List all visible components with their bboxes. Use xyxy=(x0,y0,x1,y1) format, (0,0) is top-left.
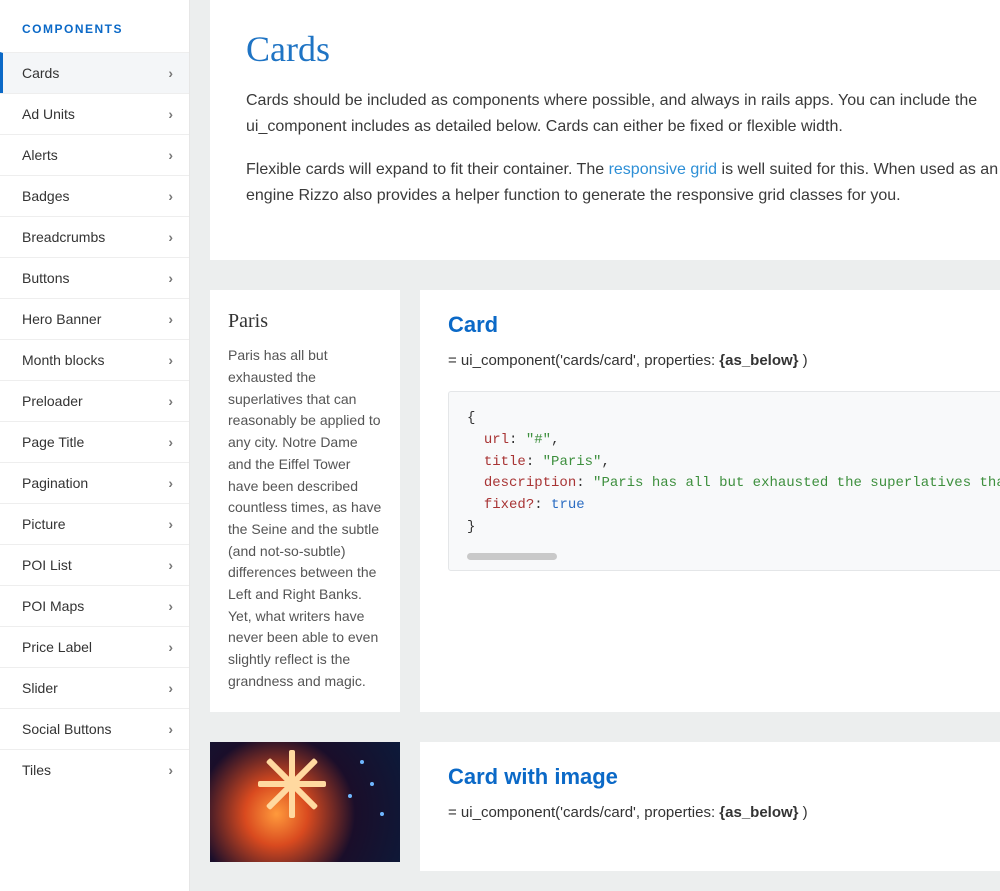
sidebar-item-label: Price Label xyxy=(22,639,92,655)
chevron-right-icon: › xyxy=(168,188,173,204)
example-card-image xyxy=(210,742,400,862)
sidebar-item-label: Slider xyxy=(22,680,58,696)
sidebar-item-hero-banner[interactable]: Hero Banner › xyxy=(0,298,189,339)
example-card-paris: Paris Paris has all but exhausted the su… xyxy=(210,290,400,712)
intro-paragraph-1: Cards should be included as components w… xyxy=(246,88,1000,139)
sidebar: COMPONENTS Cards › Ad Units › Alerts › B… xyxy=(0,0,190,891)
sidebar-item-badges[interactable]: Badges › xyxy=(0,175,189,216)
sidebar-item-label: Breadcrumbs xyxy=(22,229,105,245)
chevron-right-icon: › xyxy=(168,393,173,409)
usage-line-card: = ui_component('cards/card', properties:… xyxy=(448,352,1000,369)
sidebar-item-price-label[interactable]: Price Label › xyxy=(0,626,189,667)
sidebar-item-cards[interactable]: Cards › xyxy=(0,52,189,93)
chevron-right-icon: › xyxy=(168,639,173,655)
sidebar-item-label: Hero Banner xyxy=(22,311,101,327)
sidebar-item-label: Alerts xyxy=(22,147,58,163)
chevron-right-icon: › xyxy=(168,311,173,327)
sidebar-item-label: Ad Units xyxy=(22,106,75,122)
sidebar-title: COMPONENTS xyxy=(0,0,189,52)
chevron-right-icon: › xyxy=(168,516,173,532)
sidebar-item-buttons[interactable]: Buttons › xyxy=(0,257,189,298)
sidebar-item-label: Buttons xyxy=(22,270,69,286)
sidebar-item-preloader[interactable]: Preloader › xyxy=(0,380,189,421)
sidebar-item-social-buttons[interactable]: Social Buttons › xyxy=(0,708,189,749)
section-heading-card-image: Card with image xyxy=(448,764,1000,790)
windmill-icon xyxy=(252,746,332,826)
sidebar-item-breadcrumbs[interactable]: Breadcrumbs › xyxy=(0,216,189,257)
chevron-right-icon: › xyxy=(168,352,173,368)
chevron-right-icon: › xyxy=(168,65,173,81)
chevron-right-icon: › xyxy=(168,680,173,696)
chevron-right-icon: › xyxy=(168,270,173,286)
chevron-right-icon: › xyxy=(168,147,173,163)
intro-paragraph-2: Flexible cards will expand to fit their … xyxy=(246,157,1000,208)
sidebar-item-page-title[interactable]: Page Title › xyxy=(0,421,189,462)
sidebar-item-label: Pagination xyxy=(22,475,88,491)
page-title: Cards xyxy=(246,28,1000,70)
intro-panel: Cards Cards should be included as compon… xyxy=(210,0,1000,260)
sidebar-item-label: Badges xyxy=(22,188,69,204)
example-card-description: Paris has all but exhausted the superlat… xyxy=(228,345,382,692)
example-row-card-image: Card with image = ui_component('cards/ca… xyxy=(210,742,1000,871)
chevron-right-icon: › xyxy=(168,106,173,122)
sidebar-item-label: POI Maps xyxy=(22,598,84,614)
code-panel-card: Card = ui_component('cards/card', proper… xyxy=(420,290,1000,712)
chevron-right-icon: › xyxy=(168,721,173,737)
sidebar-item-month-blocks[interactable]: Month blocks › xyxy=(0,339,189,380)
sidebar-item-label: POI List xyxy=(22,557,72,573)
sidebar-item-ad-units[interactable]: Ad Units › xyxy=(0,93,189,134)
sidebar-item-label: Preloader xyxy=(22,393,83,409)
example-card-title: Paris xyxy=(228,310,382,333)
sidebar-item-label: Cards xyxy=(22,65,59,81)
horizontal-scrollbar[interactable] xyxy=(467,553,557,560)
sidebar-item-tiles[interactable]: Tiles › xyxy=(0,749,189,790)
code-block-card[interactable]: { url: "#", title: "Paris", description:… xyxy=(448,391,1000,570)
sidebar-item-label: Picture xyxy=(22,516,66,532)
main-content: Cards Cards should be included as compon… xyxy=(190,0,1000,891)
example-row-card: Paris Paris has all but exhausted the su… xyxy=(210,290,1000,712)
sidebar-item-slider[interactable]: Slider › xyxy=(0,667,189,708)
usage-line-card-image: = ui_component('cards/card', properties:… xyxy=(448,804,1000,821)
sidebar-item-label: Tiles xyxy=(22,762,51,778)
chevron-right-icon: › xyxy=(168,475,173,491)
chevron-right-icon: › xyxy=(168,557,173,573)
code-panel-card-image: Card with image = ui_component('cards/ca… xyxy=(420,742,1000,871)
sidebar-item-label: Page Title xyxy=(22,434,84,450)
sidebar-item-label: Month blocks xyxy=(22,352,104,368)
sidebar-item-poi-maps[interactable]: POI Maps › xyxy=(0,585,189,626)
sidebar-item-label: Social Buttons xyxy=(22,721,112,737)
chevron-right-icon: › xyxy=(168,434,173,450)
responsive-grid-link[interactable]: responsive grid xyxy=(609,161,718,178)
sidebar-item-pagination[interactable]: Pagination › xyxy=(0,462,189,503)
sidebar-item-poi-list[interactable]: POI List › xyxy=(0,544,189,585)
sidebar-item-picture[interactable]: Picture › xyxy=(0,503,189,544)
chevron-right-icon: › xyxy=(168,229,173,245)
section-heading-card: Card xyxy=(448,312,1000,338)
chevron-right-icon: › xyxy=(168,598,173,614)
chevron-right-icon: › xyxy=(168,762,173,778)
sidebar-item-alerts[interactable]: Alerts › xyxy=(0,134,189,175)
